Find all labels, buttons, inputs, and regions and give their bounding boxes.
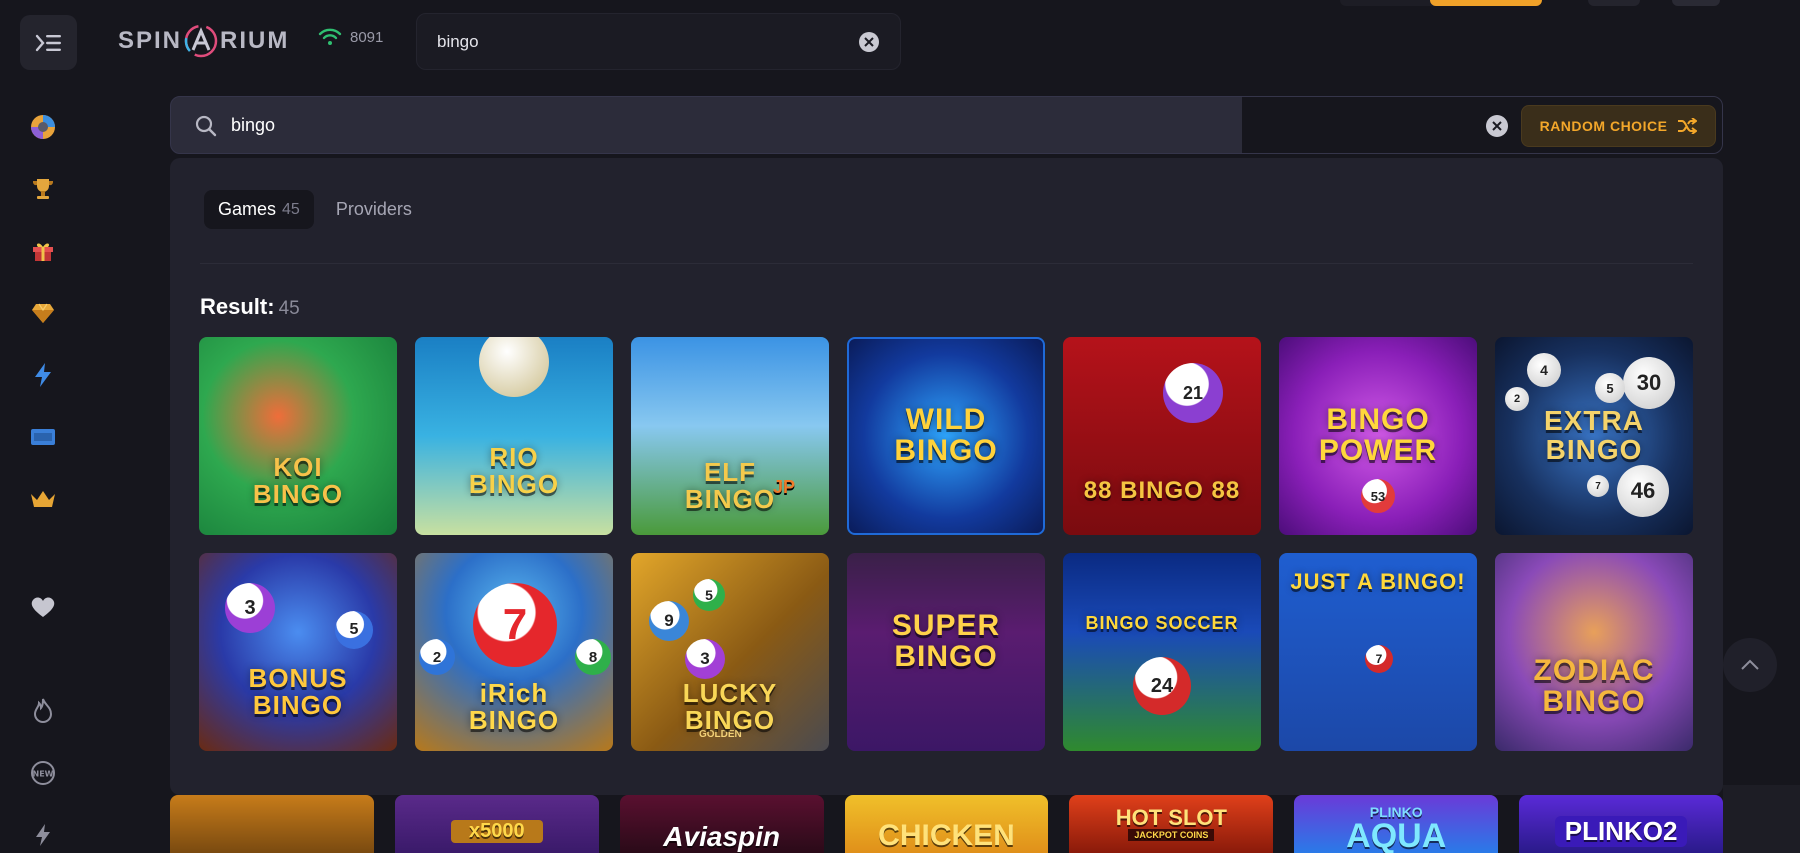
bingo-ball: 53 <box>1361 479 1395 513</box>
online-count: 8091 <box>350 28 384 46</box>
game-card[interactable]: 21 88 BINGO 88 <box>1063 337 1261 535</box>
gift-icon[interactable] <box>28 236 58 266</box>
flash-icon[interactable] <box>28 820 58 850</box>
tab-games[interactable]: Games 45 <box>204 190 314 229</box>
game-title: BINGO SOCCER <box>1085 612 1239 633</box>
wifi-icon <box>318 28 342 45</box>
gem-icon[interactable] <box>28 298 58 328</box>
svg-text:NEW: NEW <box>33 770 54 779</box>
bingo-ball: 46 <box>1617 465 1669 517</box>
scroll-to-top-button[interactable] <box>1723 638 1777 692</box>
game-title: RIO BINGO <box>468 442 560 499</box>
bingo-ball: 2 <box>419 639 455 675</box>
new-badge-icon[interactable]: NEW <box>28 758 58 788</box>
bingo-ball: 8 <box>575 639 611 675</box>
jackpot-badge: JP <box>772 477 795 497</box>
tab-providers[interactable]: Providers <box>322 190 426 229</box>
result-heading: Result: 45 <box>200 294 300 319</box>
online-counter: 8091 <box>318 28 383 46</box>
game-title: KOI BINGO <box>252 452 344 509</box>
header-search-input[interactable]: bingo <box>416 13 901 70</box>
game-card[interactable]: 7 2 8 iRich BINGO <box>415 553 613 751</box>
menu-icon <box>35 34 61 51</box>
chevron-up-icon <box>1741 659 1759 670</box>
divider <box>200 263 1693 264</box>
header-search-value: bingo <box>437 31 479 51</box>
game-card[interactable] <box>170 795 374 853</box>
game-card[interactable]: WILD BINGO <box>847 337 1045 535</box>
game-card[interactable]: SUPER BINGO <box>847 553 1045 751</box>
game-card[interactable]: PLINKO AQUA <box>1294 795 1499 853</box>
menu-toggle-button[interactable] <box>20 15 77 70</box>
bingo-ball: 3 <box>685 639 725 679</box>
game-search-input[interactable]: bingo <box>231 115 275 136</box>
bingo-ball: 7 <box>1365 645 1393 673</box>
bingo-ball: 5 <box>693 579 725 611</box>
game-title: ELF BINGO <box>684 457 776 514</box>
bingo-ball: 2 <box>1505 387 1529 411</box>
game-title: ZODIAC BINGO <box>1533 654 1655 718</box>
crown-icon[interactable] <box>28 484 58 514</box>
trophy-icon[interactable] <box>28 174 58 204</box>
game-card[interactable]: ZODIAC BINGO <box>1495 553 1693 751</box>
game-card[interactable]: HOT SLOT JACKPOT COINS <box>1069 795 1274 853</box>
game-card[interactable]: KOI BINGO <box>199 337 397 535</box>
game-title: 88 BINGO 88 <box>1083 476 1241 504</box>
game-title: LUCKY BINGO <box>682 678 778 735</box>
bingo-ball: 9 <box>649 601 689 641</box>
shuffle-icon <box>1678 118 1698 134</box>
game-title: BONUS BINGO <box>248 663 348 720</box>
game-search-bar: bingo RANDOM CHOICE <box>170 96 1723 154</box>
bingo-ball: 30 <box>1623 357 1675 409</box>
logo-a-icon <box>184 24 218 58</box>
search-icon <box>195 115 217 137</box>
game-title: iRich BINGO <box>468 678 560 735</box>
heart-icon[interactable] <box>28 592 58 622</box>
result-tabs: Games 45 Providers <box>204 190 426 229</box>
bingo-ball: 7 <box>473 583 557 667</box>
random-choice-button[interactable]: RANDOM CHOICE <box>1521 105 1716 147</box>
header-notify-button[interactable] <box>1588 0 1640 6</box>
game-card[interactable]: Aviaspin <box>619 795 824 853</box>
game-title: EXTRA BINGO <box>1544 405 1644 465</box>
bingo-ball: 5 <box>335 611 373 649</box>
game-card[interactable]: CHICKEN <box>844 795 1049 853</box>
game-card[interactable]: 30 46 4 5 2 7 EXTRA BINGO <box>1495 337 1693 535</box>
clear-icon[interactable] <box>858 31 880 53</box>
bingo-ball: 7 <box>1587 475 1609 497</box>
fire-icon[interactable] <box>28 696 58 726</box>
left-sidebar: NEW <box>0 0 86 853</box>
games-grid: KOI BINGO RIO BINGO ELF BINGO JP WILD BI… <box>199 337 1699 751</box>
ticket-icon[interactable] <box>28 422 58 452</box>
bingo-ball: 3 <box>225 583 275 633</box>
bingo-ball: 21 <box>1163 363 1223 423</box>
game-title: WILD BINGO <box>894 403 998 467</box>
game-title: SUPER BINGO <box>891 609 1001 673</box>
game-card[interactable]: 3 9 5 LUCKY BINGO GOLDEN <box>631 553 829 751</box>
bingo-ball: 24 <box>1133 657 1191 715</box>
game-card[interactable]: ELF BINGO JP <box>631 337 829 535</box>
game-card[interactable]: RIO BINGO <box>415 337 613 535</box>
game-title: BINGO POWER <box>1318 403 1438 467</box>
site-logo[interactable]: SPIN RIUM <box>118 24 289 58</box>
casino-chip-icon[interactable] <box>28 112 58 142</box>
game-card[interactable]: BINGO SOCCER 24 <box>1063 553 1261 751</box>
bingo-ball: 4 <box>1527 353 1561 387</box>
game-title: JUST A BINGO! <box>1290 568 1466 594</box>
header-deposit-button[interactable] <box>1430 0 1542 6</box>
search-results-panel: Games 45 Providers Result: 45 KOI BINGO R… <box>170 158 1723 795</box>
game-card[interactable]: x5000 <box>394 795 599 853</box>
game-card[interactable]: PLINKO2 <box>1519 795 1724 853</box>
background-games-strip: x5000 Aviaspin CHICKEN HOT SLOT JACKPOT … <box>170 795 1724 853</box>
result-count: 45 <box>278 298 300 319</box>
lightning-icon[interactable] <box>28 360 58 390</box>
clear-search-icon[interactable] <box>1485 114 1509 138</box>
tab-games-count: 45 <box>282 200 300 218</box>
game-card[interactable]: BINGO POWER 53 <box>1279 337 1477 535</box>
bingo-ball: 5 <box>1595 373 1625 403</box>
game-card[interactable]: JUST A BINGO! 7 <box>1279 553 1477 751</box>
header-avatar[interactable] <box>1672 0 1720 6</box>
game-card[interactable]: 3 5 BONUS BINGO <box>199 553 397 751</box>
